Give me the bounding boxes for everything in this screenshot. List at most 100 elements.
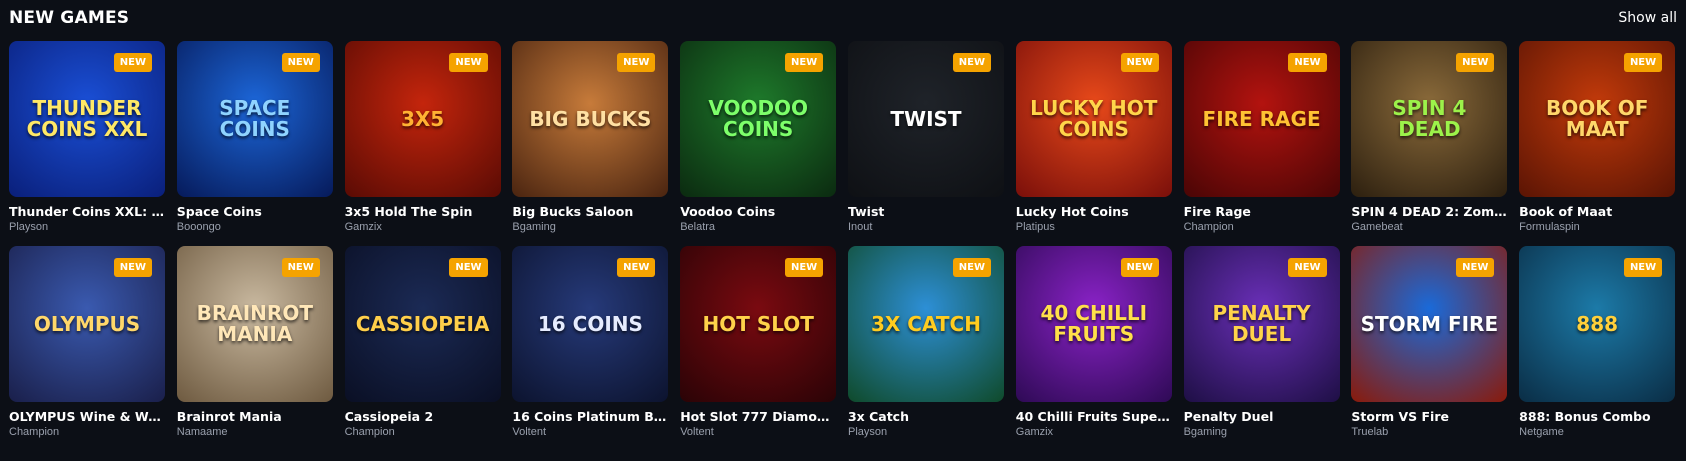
section-header: NEW GAMES Show all (9, 0, 1677, 36)
game-card[interactable]: BOOK OF MAAT NEW Book of Maat Formulaspin (1519, 41, 1676, 234)
new-badge: NEW (281, 258, 320, 277)
game-card[interactable]: BIG BUCKS NEW Big Bucks Saloon Bgaming (512, 41, 669, 234)
game-title[interactable]: 40 Chilli Fruits Superior (1016, 409, 1172, 424)
game-art-title: 888 (1576, 311, 1619, 336)
game-provider: Bgaming (512, 221, 556, 233)
game-card[interactable]: SPACE COINS NEW Space Coins Booongo (176, 41, 333, 234)
game-thumbnail[interactable]: 3X CATCH NEW (847, 246, 1004, 402)
game-card[interactable]: PENALTY DUEL NEW Penalty Duel Bgaming (1183, 246, 1340, 439)
game-title[interactable]: Hot Slot 777 Diamond C… (680, 409, 836, 424)
game-thumbnail[interactable]: THUNDER COINS XXL NEW (9, 41, 165, 197)
new-badge: NEW (449, 53, 488, 72)
new-badge: NEW (1623, 258, 1663, 277)
new-badge: NEW (952, 258, 991, 277)
game-thumbnail[interactable]: BRAINROT MANIA NEW (176, 246, 333, 402)
game-title[interactable]: 888: Bonus Combo (1519, 409, 1675, 424)
game-thumbnail[interactable]: 3X5 NEW (344, 41, 501, 197)
game-title[interactable]: Penalty Duel (1184, 409, 1340, 424)
game-title[interactable]: Cassiopeia 2 (345, 409, 501, 424)
game-thumbnail[interactable]: SPIN 4 DEAD NEW (1351, 41, 1508, 197)
game-art-title: SPACE COINS (219, 96, 291, 141)
show-all-link[interactable]: Show all (1618, 10, 1677, 26)
game-art-title: 40 CHILLI FRUITS (1040, 301, 1148, 346)
game-card[interactable]: OLYMPUS NEW OLYMPUS Wine & Won… Champion (9, 246, 165, 439)
new-badge: NEW (281, 53, 320, 72)
game-title[interactable]: Storm VS Fire (1351, 409, 1507, 424)
game-title[interactable]: Big Bucks Saloon (512, 204, 668, 219)
game-card[interactable]: FIRE RAGE NEW Fire Rage Champion (1183, 41, 1340, 234)
game-provider: Playson (9, 221, 49, 233)
game-card[interactable]: VOODOO COINS NEW Voodoo Coins Belatra (680, 41, 837, 234)
game-card[interactable]: CASSIOPEIA NEW Cassiopeia 2 Champion (344, 246, 501, 439)
game-card[interactable]: 3X5 NEW 3x5 Hold The Spin Gamzix (344, 41, 501, 234)
game-art-title: SPIN 4 DEAD (1392, 96, 1467, 141)
game-provider: Gamzix (1015, 426, 1054, 438)
game-thumbnail[interactable]: SPACE COINS NEW (176, 41, 333, 197)
game-art-title: 16 COINS (537, 311, 643, 336)
new-badge: NEW (784, 53, 824, 72)
game-card[interactable]: 16 COINS NEW 16 Coins Platinum Burni… Volte… (512, 246, 669, 439)
game-card[interactable]: LUCKY HOT COINS NEW Lucky Hot Coins Platipu… (1015, 41, 1172, 234)
game-provider: Formulaspin (1519, 221, 1580, 233)
game-card[interactable]: 888 NEW 888: Bonus Combo Netgame (1519, 246, 1676, 439)
game-card[interactable]: TWIST NEW Twist Inout (847, 41, 1004, 234)
game-thumbnail[interactable]: STORM FIRE NEW (1351, 246, 1508, 402)
game-thumbnail[interactable]: FIRE RAGE NEW (1183, 41, 1340, 197)
game-title[interactable]: Book of Maat (1519, 204, 1675, 219)
game-art-title: HOT SLOT (702, 311, 814, 336)
game-provider: Champion (9, 426, 60, 438)
game-title[interactable]: OLYMPUS Wine & Won… (9, 409, 165, 424)
game-title[interactable]: Brainrot Mania (177, 409, 333, 424)
game-title[interactable]: 3x Catch (848, 409, 1004, 424)
game-title[interactable]: Thunder Coins XXL: Hol… (9, 204, 165, 219)
game-title[interactable]: Fire Rage (1184, 204, 1340, 219)
game-card[interactable]: SPIN 4 DEAD NEW SPIN 4 DEAD 2: Zombiet… Gam… (1351, 41, 1508, 234)
game-card[interactable]: STORM FIRE NEW Storm VS Fire Truelab (1351, 246, 1508, 439)
game-thumbnail[interactable]: 40 CHILLI FRUITS NEW (1015, 246, 1172, 402)
game-provider: Belatra (680, 221, 716, 233)
new-badge: NEW (1288, 53, 1327, 72)
game-provider: Namaame (176, 426, 228, 438)
game-art-title: CASSIOPEIA (355, 311, 490, 336)
game-card[interactable]: BRAINROT MANIA NEW Brainrot Mania Namaame (176, 246, 333, 439)
game-thumbnail[interactable]: CASSIOPEIA NEW (344, 246, 501, 402)
game-title[interactable]: Voodoo Coins (680, 204, 836, 219)
game-thumbnail[interactable]: HOT SLOT NEW (680, 246, 837, 402)
game-art-title: VOODOO COINS (708, 96, 809, 141)
game-provider: Inout (847, 221, 873, 233)
game-thumbnail[interactable]: 888 NEW (1519, 246, 1676, 402)
game-thumbnail[interactable]: 16 COINS NEW (512, 246, 669, 402)
game-provider: Champion (344, 426, 395, 438)
game-title[interactable]: 3x5 Hold The Spin (345, 204, 501, 219)
game-title[interactable]: 16 Coins Platinum Burni… (512, 409, 668, 424)
game-title[interactable]: Space Coins (177, 204, 333, 219)
game-art-title: BRAINROT MANIA (196, 301, 313, 346)
game-art-title: THUNDER COINS XXL (26, 96, 148, 141)
game-thumbnail[interactable]: LUCKY HOT COINS NEW (1015, 41, 1172, 197)
new-badge: NEW (449, 258, 488, 277)
game-thumbnail[interactable]: TWIST NEW (847, 41, 1004, 197)
game-thumbnail[interactable]: BIG BUCKS NEW (512, 41, 669, 197)
game-card[interactable]: 3X CATCH NEW 3x Catch Playson (847, 246, 1004, 439)
game-art-title: BOOK OF MAAT (1545, 96, 1649, 141)
game-thumbnail[interactable]: PENALTY DUEL NEW (1183, 246, 1340, 402)
game-card[interactable]: THUNDER COINS XXL NEW Thunder Coins XXL: H… (9, 41, 165, 234)
game-card[interactable]: HOT SLOT NEW Hot Slot 777 Diamond C… Volten… (680, 246, 837, 439)
game-title[interactable]: SPIN 4 DEAD 2: Zombiet… (1351, 204, 1507, 219)
new-badge: NEW (1120, 258, 1159, 277)
game-title[interactable]: Twist (848, 204, 1004, 219)
new-badge: NEW (1120, 53, 1159, 72)
game-thumbnail[interactable]: OLYMPUS NEW (9, 246, 165, 402)
game-thumbnail[interactable]: VOODOO COINS NEW (680, 41, 837, 197)
new-badge: NEW (1456, 53, 1495, 72)
game-title[interactable]: Lucky Hot Coins (1016, 204, 1172, 219)
game-art-title: OLYMPUS (33, 311, 141, 336)
game-provider: Champion (1183, 221, 1234, 233)
new-badge: NEW (784, 258, 824, 277)
game-art-title: 3X CATCH (871, 311, 981, 336)
new-badge: NEW (1456, 258, 1495, 277)
new-badge: NEW (617, 53, 656, 72)
game-thumbnail[interactable]: BOOK OF MAAT NEW (1519, 41, 1676, 197)
game-card[interactable]: 40 CHILLI FRUITS NEW 40 Chilli Fruits Supe… (1015, 246, 1172, 439)
new-badge: NEW (1623, 53, 1663, 72)
